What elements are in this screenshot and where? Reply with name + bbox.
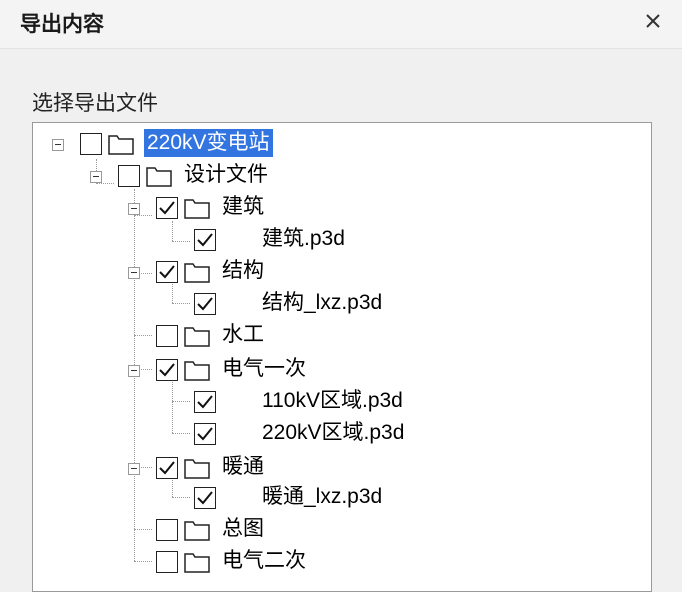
- collapse-icon[interactable]: [90, 171, 102, 183]
- checkbox-checked[interactable]: [194, 391, 216, 413]
- tree-node-label[interactable]: 总图: [222, 515, 264, 543]
- collapse-icon[interactable]: [128, 267, 140, 279]
- checkbox-checked[interactable]: [156, 457, 178, 479]
- tree-node-label[interactable]: 220kV区域.p3d: [262, 419, 404, 447]
- tree-node-design[interactable]: 设计文件: [33, 159, 653, 189]
- folder-icon: [184, 327, 210, 347]
- tree-node-file[interactable]: 110kV区域.p3d: [33, 385, 653, 415]
- checkbox[interactable]: [156, 325, 178, 347]
- tree-node-file[interactable]: 暖通_lxz.p3d: [33, 481, 653, 511]
- checkbox-checked[interactable]: [156, 261, 178, 283]
- tree-node-folder[interactable]: 结构: [33, 255, 653, 285]
- dialog-title: 导出内容: [20, 13, 104, 36]
- folder-icon: [184, 521, 210, 541]
- tree-node-folder[interactable]: 水工: [33, 319, 653, 349]
- collapse-icon[interactable]: [128, 203, 140, 215]
- tree-node-folder[interactable]: 电气二次: [33, 545, 653, 575]
- tree-node-folder[interactable]: 总图: [33, 513, 653, 543]
- checkbox-checked[interactable]: [194, 487, 216, 509]
- checkbox[interactable]: [156, 519, 178, 541]
- collapse-icon[interactable]: [128, 365, 140, 377]
- tree-node-label[interactable]: 电气二次: [222, 547, 306, 575]
- tree-node-file[interactable]: 结构_lxz.p3d: [33, 287, 653, 317]
- folder-icon: [184, 263, 210, 283]
- tree-node-folder[interactable]: 建筑: [33, 191, 653, 221]
- folder-icon: [184, 361, 210, 381]
- checkbox[interactable]: [80, 133, 102, 155]
- folder-icon: [184, 553, 210, 573]
- checkbox[interactable]: [156, 551, 178, 573]
- tree-node-label[interactable]: 建筑: [222, 193, 264, 221]
- tree-node-file[interactable]: 220kV区域.p3d: [33, 417, 653, 447]
- checkbox-checked[interactable]: [194, 423, 216, 445]
- tree-node-label[interactable]: 220kV变电站: [144, 129, 273, 157]
- folder-icon: [146, 167, 172, 187]
- dialog-titlebar: 导出内容: [0, 0, 682, 49]
- tree-node-folder[interactable]: 暖通: [33, 451, 653, 481]
- tree-node-label[interactable]: 水工: [222, 321, 264, 349]
- checkbox-checked[interactable]: [194, 229, 216, 251]
- tree-node-label[interactable]: 电气一次: [222, 355, 306, 383]
- section-label: 选择导出文件: [32, 92, 158, 115]
- tree-node-file[interactable]: 建筑.p3d: [33, 223, 653, 253]
- file-tree[interactable]: 220kV变电站 设计文件 建筑 建筑.p3d 结构 结构_lxz.p3d 水工: [32, 122, 652, 592]
- tree-node-label[interactable]: 暖通: [222, 453, 264, 481]
- checkbox-checked[interactable]: [194, 293, 216, 315]
- tree-node-root[interactable]: 220kV变电站: [33, 127, 653, 157]
- tree-node-label[interactable]: 110kV区域.p3d: [262, 387, 403, 415]
- folder-icon: [184, 459, 210, 479]
- checkbox-checked[interactable]: [156, 359, 178, 381]
- tree-node-label[interactable]: 结构_lxz.p3d: [262, 289, 382, 317]
- tree-node-folder[interactable]: 电气一次: [33, 353, 653, 383]
- folder-icon: [184, 199, 210, 219]
- tree-node-label[interactable]: 建筑.p3d: [262, 225, 345, 253]
- checkbox-checked[interactable]: [156, 197, 178, 219]
- folder-icon: [108, 135, 134, 155]
- close-icon[interactable]: [642, 10, 664, 32]
- collapse-icon[interactable]: [52, 139, 64, 151]
- tree-node-label[interactable]: 暖通_lxz.p3d: [262, 483, 382, 511]
- tree-node-label[interactable]: 结构: [222, 257, 264, 285]
- tree-node-label[interactable]: 设计文件: [184, 161, 268, 189]
- collapse-icon[interactable]: [128, 463, 140, 475]
- checkbox[interactable]: [118, 165, 140, 187]
